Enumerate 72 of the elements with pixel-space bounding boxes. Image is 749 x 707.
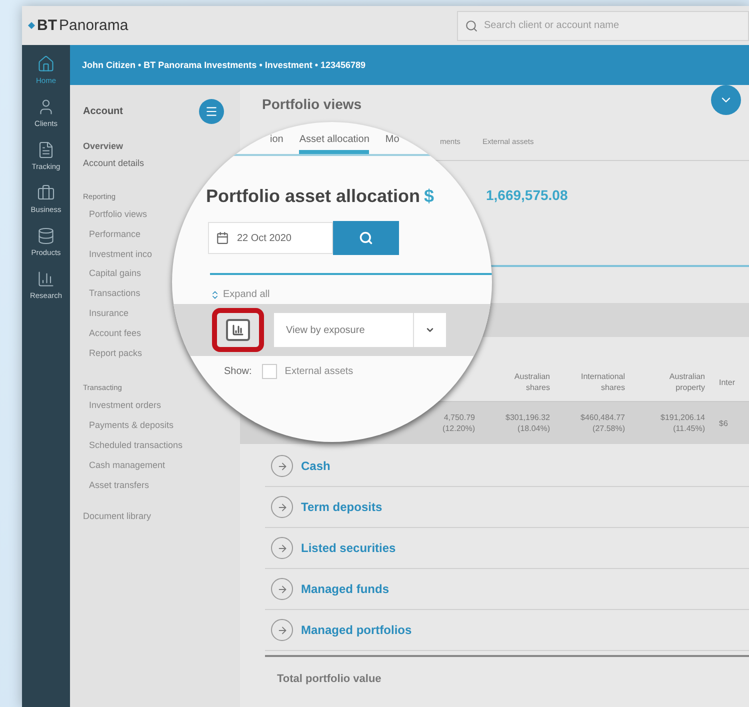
- sidebar-title: Account: [83, 106, 123, 117]
- category-row[interactable]: Listed securities: [265, 528, 749, 569]
- logo-text: Panorama: [59, 17, 128, 34]
- column-header: Australian shares: [513, 371, 550, 393]
- table-cell-text: 4,750.79 (12.20%): [442, 412, 475, 434]
- nav-icon: [37, 184, 55, 202]
- tab[interactable]: Mo: [385, 134, 400, 154]
- menu-icon: [205, 105, 218, 118]
- sidebar-link[interactable]: Payments & deposits: [83, 416, 174, 436]
- search-field[interactable]: Search client or account name: [457, 10, 749, 40]
- tab[interactable]: ion: [270, 134, 284, 154]
- date-field[interactable]: 22 Oct 2020: [208, 222, 333, 254]
- tab[interactable]: Asset allocation: [299, 134, 370, 154]
- sidebar-link[interactable]: Document library: [83, 511, 152, 522]
- arrow-right-icon: [271, 537, 293, 559]
- logo-mark: BT: [37, 17, 57, 34]
- category-row[interactable]: Managed funds: [265, 569, 749, 610]
- category-row[interactable]: Managed portfolios: [265, 610, 749, 651]
- view-select[interactable]: View by exposure: [274, 313, 446, 347]
- arrow-right-icon: [271, 455, 293, 477]
- column-header: Inter: [718, 376, 736, 388]
- nav-icon: [36, 227, 55, 245]
- section-title: Portfolio asset allocation: [206, 186, 420, 207]
- sidebar-link[interactable]: Cash management: [83, 456, 166, 476]
- sidebar-link[interactable]: Account details: [83, 155, 144, 172]
- amount: $: [424, 186, 434, 207]
- sidebar-link[interactable]: Account fees: [83, 324, 142, 344]
- diamond-icon: [28, 22, 35, 29]
- arrow-right-icon: [271, 496, 293, 518]
- nav-icon: [36, 141, 55, 159]
- search-button[interactable]: [333, 221, 399, 255]
- bar-chart-icon: [226, 319, 250, 341]
- sidebar-link[interactable]: Insurance: [83, 304, 129, 324]
- sidebar-link[interactable]: Asset transfers: [83, 476, 150, 496]
- calendar-icon: [216, 232, 229, 244]
- menu-button[interactable]: [199, 99, 224, 124]
- table-cell-text: $6: [718, 418, 729, 428]
- arrow-right-icon: [271, 619, 293, 641]
- table-cell-text: $191,206.14 (11.45%): [660, 412, 705, 434]
- search-icon: [359, 231, 373, 245]
- table-cell-text: $460,484.77 (27.58%): [580, 412, 625, 434]
- checkbox-label: External assets: [284, 366, 354, 377]
- arrow-right-icon: [271, 578, 293, 600]
- show-label: Show:: [224, 366, 252, 377]
- sidebar-link[interactable]: Performance: [83, 224, 141, 245]
- search-icon: [465, 19, 478, 32]
- expand-all-link[interactable]: Expand all: [210, 289, 492, 300]
- page-title: Portfolio views: [262, 96, 362, 112]
- nav-icon: [36, 270, 55, 288]
- column-header: International shares: [580, 371, 625, 393]
- nav-icon: [37, 98, 55, 116]
- category-row[interactable]: Term deposits: [265, 487, 749, 528]
- sidebar-link[interactable]: Portfolio views: [83, 205, 148, 225]
- portfolio-amount: 1,669,575.08: [486, 187, 568, 203]
- column-header: Australian property: [668, 371, 705, 393]
- sidebar-link[interactable]: Investment orders: [83, 396, 162, 416]
- table-cell-text: $301,196.32 (18.04%): [504, 412, 550, 434]
- breadcrumb: John Citizen • BT Panorama Investments • Investment • 123456789: [82, 60, 366, 70]
- checkbox[interactable]: [262, 364, 277, 379]
- chart-button[interactable]: [212, 308, 264, 352]
- total-label: Total portfolio value: [265, 655, 749, 701]
- sidebar-link[interactable]: Transactions: [83, 284, 140, 304]
- chevron-down-button[interactable]: [711, 85, 741, 115]
- sidebar-link[interactable]: Capital gains: [83, 264, 142, 284]
- sidebar-link[interactable]: Investment inco: [83, 244, 152, 264]
- sidebar-link[interactable]: Overview: [83, 138, 124, 155]
- nav-icon: [36, 55, 55, 73]
- sidebar-link[interactable]: Scheduled transactions: [83, 436, 183, 456]
- category-row[interactable]: Cash: [265, 446, 749, 487]
- expand-icon: [210, 290, 220, 300]
- sidebar-link[interactable]: Report packs: [83, 344, 142, 364]
- caret-icon: [425, 325, 435, 335]
